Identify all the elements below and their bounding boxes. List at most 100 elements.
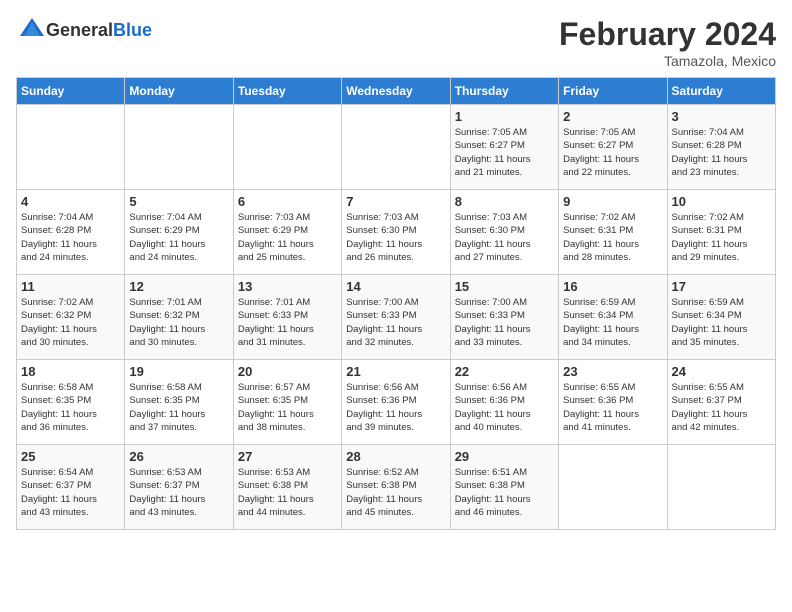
- calendar-cell: [125, 105, 233, 190]
- calendar-cell: 12 Sunrise: 7:01 AM Sunset: 6:32 PM Dayli…: [125, 275, 233, 360]
- day-number: 15: [455, 279, 554, 294]
- day-info: Sunrise: 7:03 AM Sunset: 6:29 PM Dayligh…: [238, 211, 337, 264]
- day-info: Sunrise: 6:56 AM Sunset: 6:36 PM Dayligh…: [346, 381, 445, 434]
- day-number: 19: [129, 364, 228, 379]
- day-number: 17: [672, 279, 771, 294]
- calendar-cell: 29 Sunrise: 6:51 AM Sunset: 6:38 PM Dayli…: [450, 445, 558, 530]
- day-number: 4: [21, 194, 120, 209]
- day-number: 18: [21, 364, 120, 379]
- calendar-cell: 21Sunrise: 6:56 AM Sunset: 6:36 PM Dayli…: [342, 360, 450, 445]
- calendar-table: SundayMondayTuesdayWednesdayThursdayFrid…: [16, 77, 776, 530]
- day-info: Sunrise: 7:03 AM Sunset: 6:30 PM Dayligh…: [455, 211, 554, 264]
- day-info: Sunrise: 7:05 AM Sunset: 6:27 PM Dayligh…: [455, 126, 554, 179]
- day-number: 13: [238, 279, 337, 294]
- day-number: 29: [455, 449, 554, 464]
- day-number: 20: [238, 364, 337, 379]
- day-header-thursday: Thursday: [450, 78, 558, 105]
- day-number: 12: [129, 279, 228, 294]
- location-title: Tamazola, Mexico: [559, 53, 776, 69]
- month-title: February 2024: [559, 16, 776, 53]
- day-info: Sunrise: 7:00 AM Sunset: 6:33 PM Dayligh…: [346, 296, 445, 349]
- day-number: 27: [238, 449, 337, 464]
- calendar-cell: [667, 445, 775, 530]
- calendar-cell: 9Sunrise: 7:02 AM Sunset: 6:31 PM Daylig…: [559, 190, 667, 275]
- day-info: Sunrise: 6:51 AM Sunset: 6:38 PM Dayligh…: [455, 466, 554, 519]
- day-header-saturday: Saturday: [667, 78, 775, 105]
- calendar-cell: [233, 105, 341, 190]
- day-info: Sunrise: 7:00 AM Sunset: 6:33 PM Dayligh…: [455, 296, 554, 349]
- day-number: 2: [563, 109, 662, 124]
- day-info: Sunrise: 6:58 AM Sunset: 6:35 PM Dayligh…: [21, 381, 120, 434]
- calendar-cell: 11 Sunrise: 7:02 AM Sunset: 6:32 PM Dayli…: [17, 275, 125, 360]
- day-header-sunday: Sunday: [17, 78, 125, 105]
- day-info: Sunrise: 7:04 AM Sunset: 6:28 PM Dayligh…: [21, 211, 120, 264]
- day-info: Sunrise: 6:53 AM Sunset: 6:37 PM Dayligh…: [129, 466, 228, 519]
- day-info: Sunrise: 6:57 AM Sunset: 6:35 PM Dayligh…: [238, 381, 337, 434]
- calendar-cell: [342, 105, 450, 190]
- day-header-friday: Friday: [559, 78, 667, 105]
- day-number: 8: [455, 194, 554, 209]
- calendar-cell: 16Sunrise: 6:59 AM Sunset: 6:34 PM Dayli…: [559, 275, 667, 360]
- logo-general: General: [46, 20, 113, 40]
- day-number: 3: [672, 109, 771, 124]
- calendar-cell: 8 Sunrise: 7:03 AM Sunset: 6:30 PM Daylig…: [450, 190, 558, 275]
- day-number: 23: [563, 364, 662, 379]
- calendar-cell: 10 Sunrise: 7:02 AM Sunset: 6:31 PM Dayli…: [667, 190, 775, 275]
- day-number: 28: [346, 449, 445, 464]
- calendar-cell: 5Sunrise: 7:04 AM Sunset: 6:29 PM Daylig…: [125, 190, 233, 275]
- calendar-cell: 2 Sunrise: 7:05 AM Sunset: 6:27 PM Daylig…: [559, 105, 667, 190]
- title-area: February 2024 Tamazola, Mexico: [559, 16, 776, 69]
- day-number: 26: [129, 449, 228, 464]
- day-number: 22: [455, 364, 554, 379]
- calendar-cell: 7 Sunrise: 7:03 AM Sunset: 6:30 PM Daylig…: [342, 190, 450, 275]
- week-row-0: 1 Sunrise: 7:05 AM Sunset: 6:27 PM Daylig…: [17, 105, 776, 190]
- day-info: Sunrise: 6:53 AM Sunset: 6:38 PM Dayligh…: [238, 466, 337, 519]
- calendar-cell: 20 Sunrise: 6:57 AM Sunset: 6:35 PM Dayli…: [233, 360, 341, 445]
- day-number: 7: [346, 194, 445, 209]
- header-row: SundayMondayTuesdayWednesdayThursdayFrid…: [17, 78, 776, 105]
- day-header-tuesday: Tuesday: [233, 78, 341, 105]
- calendar-cell: 4 Sunrise: 7:04 AM Sunset: 6:28 PM Daylig…: [17, 190, 125, 275]
- calendar-cell: 27 Sunrise: 6:53 AM Sunset: 6:38 PM Dayli…: [233, 445, 341, 530]
- calendar-cell: 22 Sunrise: 6:56 AM Sunset: 6:36 PM Dayli…: [450, 360, 558, 445]
- day-info: Sunrise: 7:01 AM Sunset: 6:32 PM Dayligh…: [129, 296, 228, 349]
- week-row-4: 25 Sunrise: 6:54 AM Sunset: 6:37 PM Dayli…: [17, 445, 776, 530]
- day-header-monday: Monday: [125, 78, 233, 105]
- logo-icon: [18, 16, 46, 44]
- day-number: 25: [21, 449, 120, 464]
- calendar-cell: 1 Sunrise: 7:05 AM Sunset: 6:27 PM Daylig…: [450, 105, 558, 190]
- calendar-cell: 23Sunrise: 6:55 AM Sunset: 6:36 PM Dayli…: [559, 360, 667, 445]
- calendar-cell: 26 Sunrise: 6:53 AM Sunset: 6:37 PM Dayli…: [125, 445, 233, 530]
- calendar-cell: 13 Sunrise: 7:01 AM Sunset: 6:33 PM Dayli…: [233, 275, 341, 360]
- day-info: Sunrise: 7:02 AM Sunset: 6:31 PM Dayligh…: [563, 211, 662, 264]
- calendar-cell: 15 Sunrise: 7:00 AM Sunset: 6:33 PM Dayli…: [450, 275, 558, 360]
- day-info: Sunrise: 6:52 AM Sunset: 6:38 PM Dayligh…: [346, 466, 445, 519]
- week-row-1: 4 Sunrise: 7:04 AM Sunset: 6:28 PM Daylig…: [17, 190, 776, 275]
- day-info: Sunrise: 6:54 AM Sunset: 6:37 PM Dayligh…: [21, 466, 120, 519]
- day-info: Sunrise: 6:56 AM Sunset: 6:36 PM Dayligh…: [455, 381, 554, 434]
- day-number: 1: [455, 109, 554, 124]
- day-number: 11: [21, 279, 120, 294]
- day-info: Sunrise: 6:59 AM Sunset: 6:34 PM Dayligh…: [672, 296, 771, 349]
- calendar-cell: 14Sunrise: 7:00 AM Sunset: 6:33 PM Dayli…: [342, 275, 450, 360]
- day-info: Sunrise: 7:05 AM Sunset: 6:27 PM Dayligh…: [563, 126, 662, 179]
- day-number: 6: [238, 194, 337, 209]
- day-info: Sunrise: 6:55 AM Sunset: 6:37 PM Dayligh…: [672, 381, 771, 434]
- day-number: 10: [672, 194, 771, 209]
- day-info: Sunrise: 7:02 AM Sunset: 6:32 PM Dayligh…: [21, 296, 120, 349]
- week-row-2: 11 Sunrise: 7:02 AM Sunset: 6:32 PM Dayli…: [17, 275, 776, 360]
- calendar-cell: 25 Sunrise: 6:54 AM Sunset: 6:37 PM Dayli…: [17, 445, 125, 530]
- calendar-cell: 28 Sunrise: 6:52 AM Sunset: 6:38 PM Dayli…: [342, 445, 450, 530]
- logo-blue: Blue: [113, 20, 152, 40]
- calendar-cell: 24 Sunrise: 6:55 AM Sunset: 6:37 PM Dayli…: [667, 360, 775, 445]
- calendar-cell: [559, 445, 667, 530]
- calendar-cell: 3Sunrise: 7:04 AM Sunset: 6:28 PM Daylig…: [667, 105, 775, 190]
- day-number: 16: [563, 279, 662, 294]
- day-info: Sunrise: 7:04 AM Sunset: 6:29 PM Dayligh…: [129, 211, 228, 264]
- day-info: Sunrise: 7:03 AM Sunset: 6:30 PM Dayligh…: [346, 211, 445, 264]
- calendar-cell: 17 Sunrise: 6:59 AM Sunset: 6:34 PM Dayli…: [667, 275, 775, 360]
- day-info: Sunrise: 7:02 AM Sunset: 6:31 PM Dayligh…: [672, 211, 771, 264]
- day-number: 24: [672, 364, 771, 379]
- day-info: Sunrise: 7:01 AM Sunset: 6:33 PM Dayligh…: [238, 296, 337, 349]
- calendar-cell: 19Sunrise: 6:58 AM Sunset: 6:35 PM Dayli…: [125, 360, 233, 445]
